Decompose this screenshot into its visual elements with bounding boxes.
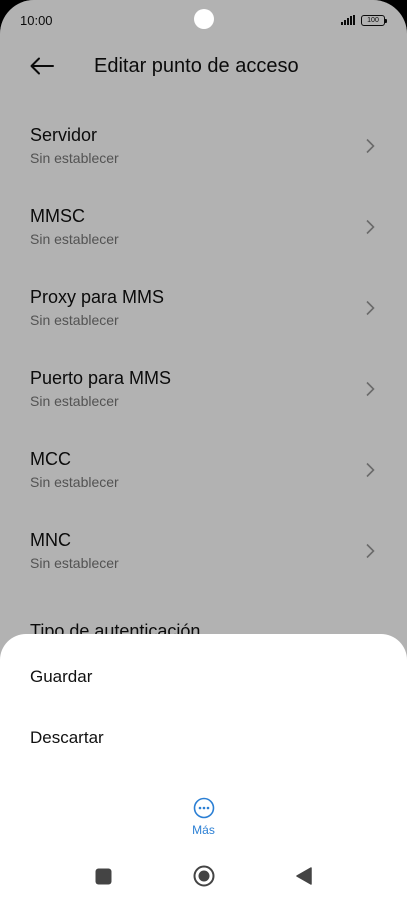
- more-horizontal-icon: [193, 797, 214, 819]
- circle-icon: [193, 865, 214, 887]
- triangle-back-icon: [295, 867, 312, 885]
- nav-back-button[interactable]: [289, 861, 319, 891]
- screen: 10:00 100 Editar punto de acceso Servido…: [0, 0, 407, 906]
- square-icon: [95, 868, 112, 884]
- more-button[interactable]: Más: [0, 797, 407, 837]
- camera-cutout: [194, 9, 214, 29]
- more-label: Más: [192, 823, 215, 837]
- options-sheet: Guardar Descartar Más: [0, 634, 407, 906]
- recents-button[interactable]: [89, 861, 119, 891]
- save-button[interactable]: Guardar: [0, 646, 407, 707]
- discard-button[interactable]: Descartar: [0, 707, 407, 768]
- system-navbar: [0, 846, 407, 906]
- home-button[interactable]: [189, 861, 219, 891]
